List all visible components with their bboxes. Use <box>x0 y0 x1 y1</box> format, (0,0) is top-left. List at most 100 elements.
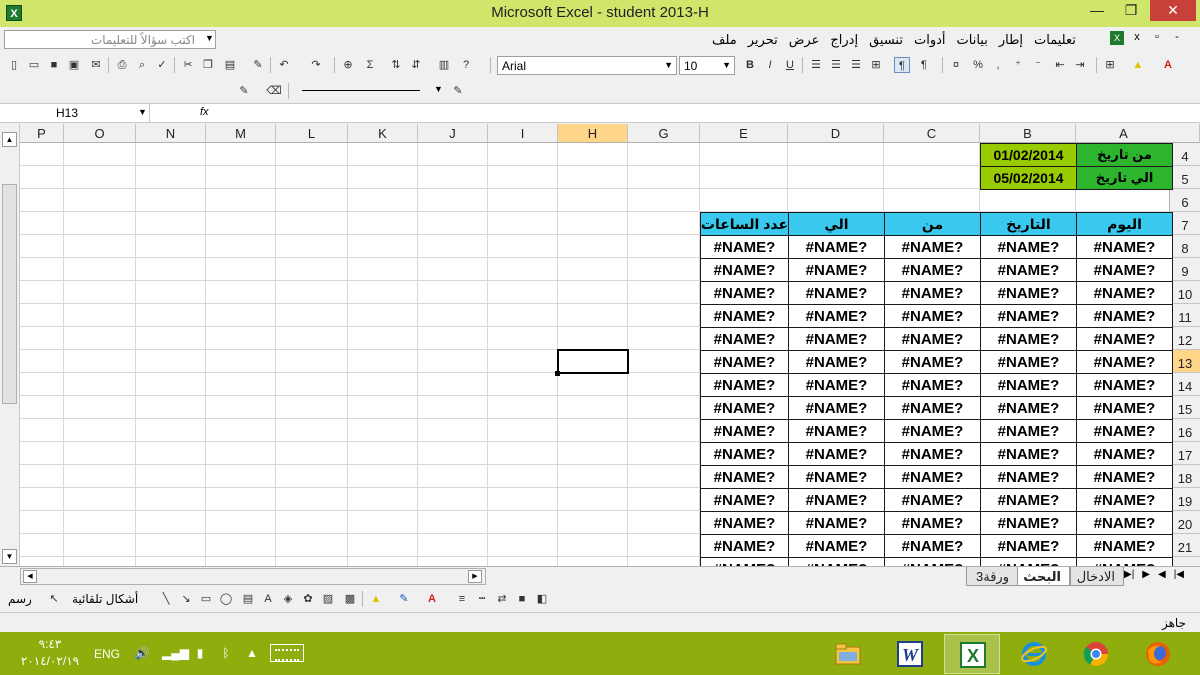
permission-icon[interactable]: ▣ <box>66 57 82 73</box>
error-cell[interactable]: #NAME? <box>980 511 1077 535</box>
taskbar-word[interactable]: W <box>882 634 938 674</box>
line-style-select[interactable]: ▼ <box>296 82 443 100</box>
chevron-down-icon[interactable]: ▼ <box>138 107 147 117</box>
undo-icon[interactable]: ↶ <box>276 57 292 73</box>
error-cell[interactable]: #NAME? <box>980 465 1077 489</box>
error-cell[interactable]: #NAME? <box>1076 235 1173 259</box>
scroll-right-icon[interactable]: ▶ <box>468 570 482 583</box>
error-cell[interactable]: #NAME? <box>980 373 1077 397</box>
text-box-icon[interactable]: ▤ <box>240 591 256 607</box>
clock[interactable]: ٩:٤٣ ٢٠١٤/٠٢/١٩ <box>20 636 80 670</box>
workbook-icon[interactable]: X <box>1110 31 1124 45</box>
row-header-17[interactable]: 17 <box>1169 442 1200 465</box>
bluetooth-icon[interactable]: ᛒ <box>218 645 234 661</box>
draw-border-icon[interactable]: ✎ <box>236 83 252 99</box>
row-header-12[interactable]: 12 <box>1169 327 1200 350</box>
error-cell[interactable]: #NAME? <box>788 557 885 566</box>
redo-icon[interactable]: ↷ <box>308 57 324 73</box>
menu-item[interactable]: إدراج <box>830 32 858 50</box>
autoshapes-menu-button[interactable]: أشكال تلقائية <box>72 592 138 606</box>
sort-ascending-icon[interactable]: ⇅ <box>388 57 404 73</box>
error-cell[interactable]: #NAME? <box>788 511 885 535</box>
error-cell[interactable]: #NAME? <box>788 235 885 259</box>
sort-descending-icon[interactable]: ⇵ <box>408 57 424 73</box>
error-cell[interactable]: #NAME? <box>700 534 789 558</box>
clipart-icon[interactable]: ✿ <box>300 591 316 607</box>
decrease-indent-icon[interactable]: ⇤ <box>1052 57 1068 73</box>
column-header-c[interactable]: C <box>884 124 980 143</box>
format-painter-icon[interactable]: ✎ <box>250 57 266 73</box>
row-header-11[interactable]: 11 <box>1169 304 1200 327</box>
table-header-cell[interactable]: اليوم <box>1076 212 1173 236</box>
spelling-icon[interactable]: ✓ <box>154 57 170 73</box>
error-cell[interactable]: #NAME? <box>788 281 885 305</box>
touch-keyboard-icon[interactable] <box>270 644 304 662</box>
column-header-h[interactable]: H <box>558 124 628 143</box>
error-cell[interactable]: #NAME? <box>884 396 981 420</box>
autosum-icon[interactable]: Σ <box>362 57 378 73</box>
row-header-9[interactable]: 9 <box>1169 258 1200 281</box>
error-cell[interactable]: #NAME? <box>1076 557 1173 566</box>
row-header-22[interactable]: 22 <box>1169 557 1200 566</box>
error-cell[interactable]: #NAME? <box>884 557 981 566</box>
draw-menu-button[interactable]: رسم <box>8 592 32 606</box>
insert-function-icon[interactable]: fx <box>200 106 209 118</box>
select-objects-icon[interactable]: ↖ <box>46 591 62 607</box>
select-all-corner[interactable] <box>1169 124 1200 143</box>
percent-button[interactable]: % <box>970 57 986 73</box>
row-header-8[interactable]: 8 <box>1169 235 1200 258</box>
row-header-7[interactable]: 7 <box>1169 212 1200 235</box>
error-cell[interactable]: #NAME? <box>700 327 789 351</box>
column-header-b[interactable]: B <box>980 124 1076 143</box>
taskbar-excel[interactable]: X <box>944 634 1000 674</box>
error-cell[interactable]: #NAME? <box>788 488 885 512</box>
column-header-m[interactable]: M <box>206 124 276 143</box>
font-name-select[interactable]: Arial ▼ <box>497 56 677 75</box>
insert-picture-icon[interactable]: ▨ <box>320 591 336 607</box>
scroll-left-icon[interactable]: ◀ <box>23 570 37 583</box>
menu-item[interactable]: عرض <box>789 32 820 50</box>
align-center-icon[interactable]: ☰ <box>828 57 844 73</box>
email-icon[interactable]: ✉ <box>88 57 104 73</box>
row-header-10[interactable]: 10 <box>1169 281 1200 304</box>
error-cell[interactable]: #NAME? <box>700 396 789 420</box>
row-header-15[interactable]: 15 <box>1169 396 1200 419</box>
column-header-n[interactable]: N <box>136 124 206 143</box>
column-header-k[interactable]: K <box>348 124 418 143</box>
error-cell[interactable]: #NAME? <box>884 350 981 374</box>
error-cell[interactable]: #NAME? <box>788 327 885 351</box>
column-header-j[interactable]: J <box>418 124 488 143</box>
error-cell[interactable]: #NAME? <box>884 235 981 259</box>
column-header-g[interactable]: G <box>628 124 700 143</box>
table-header-cell[interactable]: من <box>884 212 981 236</box>
merge-center-icon[interactable]: ⊞ <box>868 57 884 73</box>
wordart-icon[interactable]: A <box>260 591 276 607</box>
fill-color-icon[interactable]: ▲ <box>368 591 384 607</box>
underline-button[interactable]: U <box>782 57 798 73</box>
error-cell[interactable]: #NAME? <box>700 465 789 489</box>
error-cell[interactable]: #NAME? <box>788 350 885 374</box>
print-preview-icon[interactable]: ⌕ <box>134 57 150 73</box>
error-cell[interactable]: #NAME? <box>980 235 1077 259</box>
battery-icon[interactable]: ▮ <box>192 645 208 661</box>
error-cell[interactable]: #NAME? <box>980 534 1077 558</box>
error-cell[interactable]: #NAME? <box>980 442 1077 466</box>
error-cell[interactable]: #NAME? <box>884 511 981 535</box>
error-cell[interactable]: #NAME? <box>980 557 1077 566</box>
error-cell[interactable]: #NAME? <box>884 373 981 397</box>
borders-icon[interactable]: ⊞ <box>1102 57 1118 73</box>
error-cell[interactable]: #NAME? <box>884 281 981 305</box>
paste-icon[interactable]: ▤ <box>222 57 238 73</box>
doc-restore-button[interactable]: ▫ <box>1150 31 1164 45</box>
prev-sheet-icon[interactable]: ◀ <box>1158 569 1166 580</box>
currency-icon[interactable]: ¤ <box>948 57 964 73</box>
taskbar-file-explorer[interactable] <box>820 634 876 674</box>
error-cell[interactable]: #NAME? <box>788 465 885 489</box>
row-header-21[interactable]: 21 <box>1169 534 1200 557</box>
ltr-direction-icon[interactable]: ¶ <box>916 57 932 73</box>
close-button[interactable]: ✕ <box>1150 0 1196 21</box>
font-color-icon[interactable]: A <box>424 591 440 607</box>
error-cell[interactable]: #NAME? <box>884 258 981 282</box>
increase-indent-icon[interactable]: ⇥ <box>1072 57 1088 73</box>
error-cell[interactable]: #NAME? <box>1076 511 1173 535</box>
